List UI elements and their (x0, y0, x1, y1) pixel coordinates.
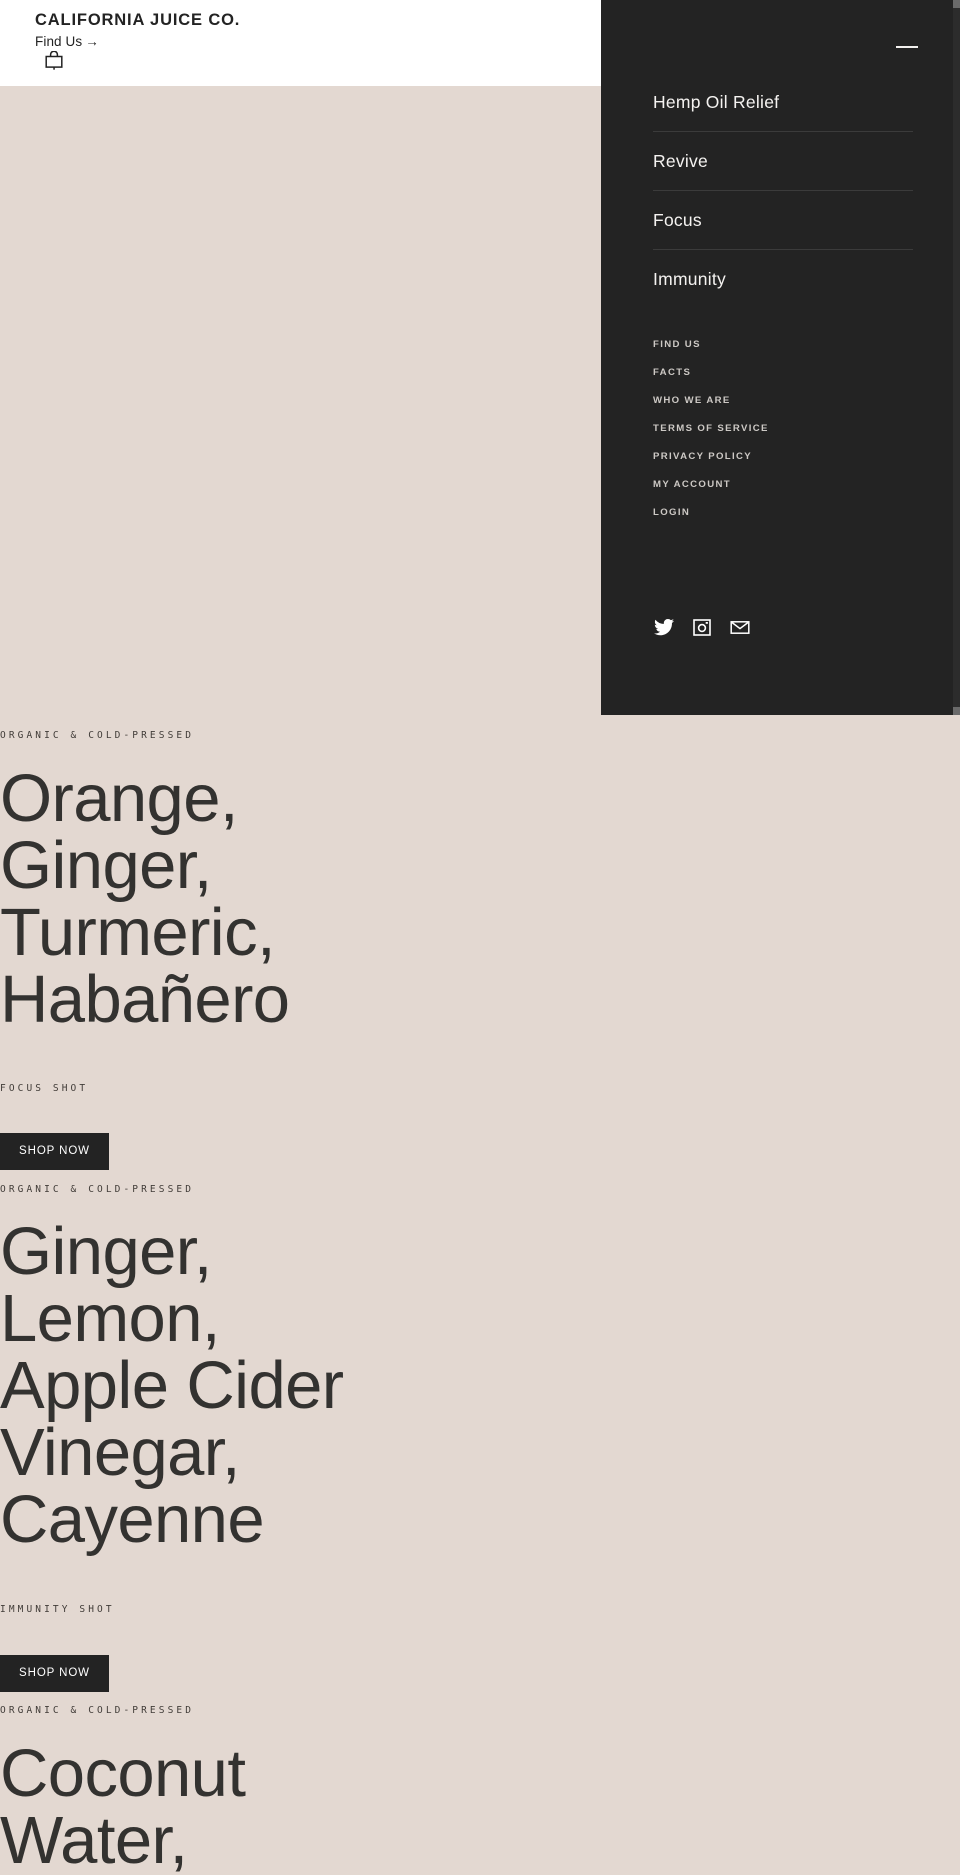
menu-item-hemp-oil-relief[interactable]: Hemp Oil Relief (653, 73, 913, 132)
find-us-label: Find Us (35, 34, 83, 49)
section-coconut-water: ORGANIC & COLD-PRESSED (0, 1706, 601, 1716)
site-header: CALIFORNIA JUICE CO. Find Us → (0, 0, 601, 86)
close-icon[interactable] (896, 46, 918, 48)
scrollbar-thumb-top[interactable] (953, 0, 960, 8)
menu-item-focus[interactable]: Focus (653, 191, 913, 250)
page-root: CALIFORNIA JUICE CO. Find Us → Hemp Oil R… (0, 0, 960, 1875)
email-icon[interactable] (729, 616, 751, 638)
section-eyebrow: ORGANIC & COLD-PRESSED (0, 730, 195, 741)
menu-item-login[interactable]: LOGIN (653, 508, 769, 519)
shop-now-button[interactable]: SHOP NOW (0, 1655, 109, 1692)
menu-item-who-we-are[interactable]: WHO WE ARE (653, 396, 769, 407)
shop-now-button[interactable]: SHOP NOW (0, 1133, 109, 1170)
menu-item-immunity[interactable]: Immunity (653, 250, 913, 308)
section-shot-label: FOCUS SHOT (0, 1083, 89, 1094)
section-headline: Ginger, Lemon, Apple Cider Vinegar, Caye… (0, 1214, 344, 1557)
secondary-nav: FIND US FACTS WHO WE ARE TERMS OF SERVIC… (653, 339, 769, 536)
find-us-link[interactable]: Find Us → (35, 34, 99, 49)
section-shot-label: IMMUNITY SHOT (0, 1604, 115, 1615)
menu-item-terms-of-service[interactable]: TERMS OF SERVICE (653, 424, 769, 435)
twitter-icon[interactable] (653, 616, 675, 638)
menu-item-revive[interactable]: Revive (653, 132, 913, 191)
section-eyebrow: ORGANIC & COLD-PRESSED (0, 1184, 195, 1195)
section-focus-shot: ORGANIC & COLD-PRESSED (0, 731, 601, 741)
shopping-bag-icon[interactable] (45, 50, 63, 70)
section-eyebrow: ORGANIC & COLD-PRESSED (0, 1705, 195, 1716)
page-title: CALIFORNIA JUICE CO. (35, 11, 241, 29)
slide-out-menu-panel: Hemp Oil Relief Revive Focus Immunity FI… (601, 0, 960, 715)
social-links (653, 616, 751, 638)
primary-nav: Hemp Oil Relief Revive Focus Immunity (653, 73, 913, 308)
menu-item-my-account[interactable]: MY ACCOUNT (653, 480, 769, 491)
instagram-icon[interactable] (691, 616, 713, 638)
menu-scrollbar[interactable] (953, 0, 960, 715)
menu-item-find-us[interactable]: FIND US (653, 339, 769, 351)
section-immunity-shot: ORGANIC & COLD-PRESSED (0, 1185, 601, 1195)
section-headline: Coconut Water, (0, 1736, 246, 1875)
scrollbar-thumb-bottom[interactable] (953, 707, 960, 715)
menu-item-facts[interactable]: FACTS (653, 367, 769, 379)
section-headline: Orange, Ginger, Turmeric, Habañero (0, 761, 290, 1037)
arrow-right-icon: → (85, 34, 99, 49)
menu-item-privacy-policy[interactable]: PRIVACY POLICY (653, 452, 769, 463)
